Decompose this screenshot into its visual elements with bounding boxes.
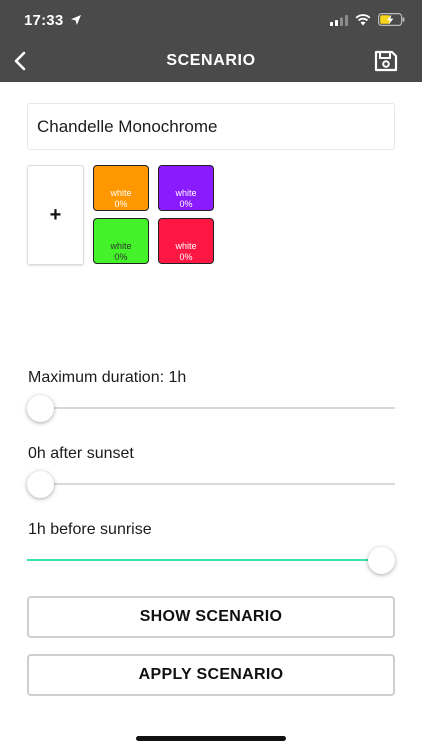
swatch-name: white — [110, 241, 132, 251]
max-duration-label: Maximum duration: 1h — [28, 369, 187, 386]
swatch-name: white — [175, 241, 197, 251]
color-swatch-red[interactable]: white 0% — [158, 218, 214, 264]
show-scenario-button[interactable]: SHOW SCENARIO — [27, 596, 395, 638]
battery-charging-icon — [378, 13, 405, 26]
wifi-icon — [355, 14, 371, 26]
add-label: + — [49, 204, 62, 226]
cellular-signal-icon — [330, 15, 348, 26]
max-duration-slider[interactable] — [27, 395, 395, 422]
before-sunrise-label: 1h before sunrise — [28, 521, 152, 538]
swatch-name: white — [110, 188, 132, 198]
status-bar: 17:33 — [0, 0, 422, 40]
slider-thumb[interactable] — [368, 547, 395, 574]
color-swatch-purple[interactable]: white 0% — [158, 165, 214, 211]
slider-thumb[interactable] — [27, 471, 54, 498]
swatch-percent: 0% — [179, 252, 193, 262]
save-floppy-icon[interactable] — [373, 49, 399, 73]
slider-fill — [27, 559, 382, 561]
swatch-percent: 0% — [114, 199, 128, 209]
add-color-button[interactable]: + — [27, 165, 84, 265]
apply-scenario-button[interactable]: APPLY SCENARIO — [27, 654, 395, 696]
swatch-percent: 0% — [179, 199, 193, 209]
scenario-name-input[interactable] — [27, 103, 395, 150]
nav-bar: SCENARIO — [0, 40, 422, 82]
swatch-name: white — [175, 188, 197, 198]
location-arrow-icon — [71, 15, 81, 25]
color-swatch-green[interactable]: white 0% — [93, 218, 149, 264]
swatch-percent: 0% — [114, 252, 128, 262]
after-sunset-label: 0h after sunset — [28, 445, 134, 462]
slider-thumb[interactable] — [27, 395, 54, 422]
page-title: SCENARIO — [166, 52, 256, 69]
color-swatch-orange[interactable]: white 0% — [93, 165, 149, 211]
status-time: 17:33 — [24, 12, 64, 29]
before-sunrise-slider[interactable] — [27, 547, 395, 574]
after-sunset-slider[interactable] — [27, 471, 395, 498]
home-indicator — [136, 736, 286, 741]
